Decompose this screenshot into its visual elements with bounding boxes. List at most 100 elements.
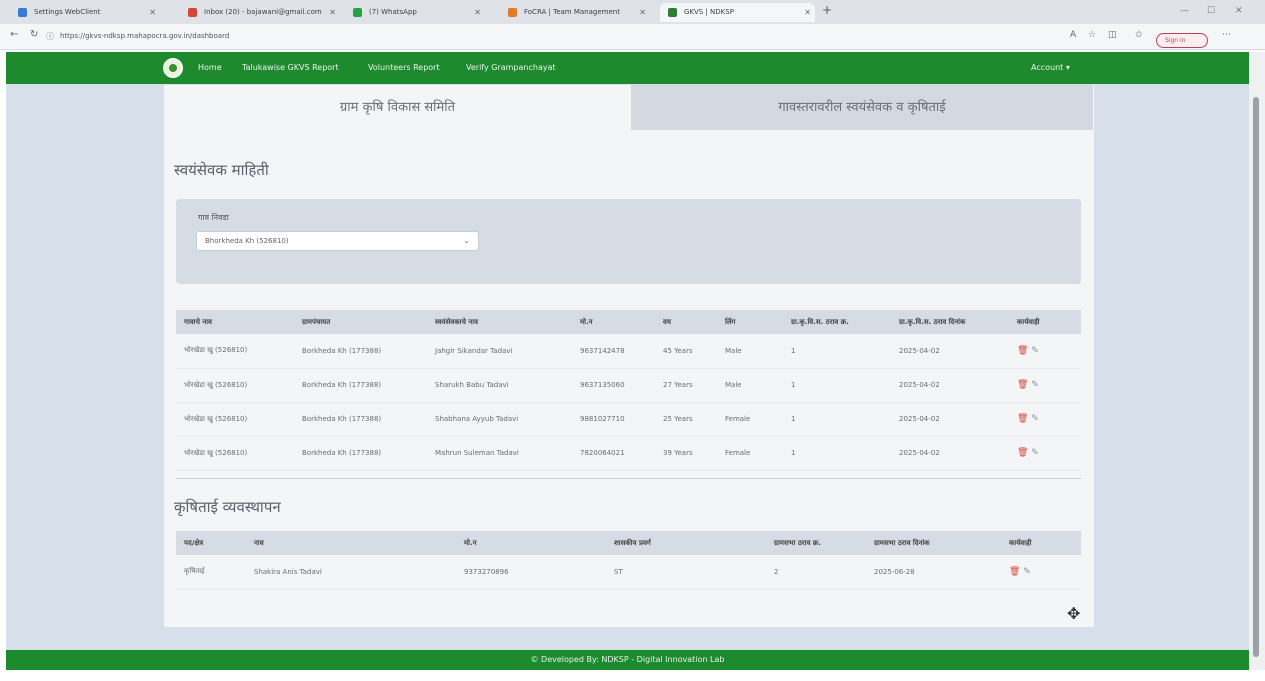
col-resolution-date: ग्रा.कृ.वि.स. ठराव दिनांक (891, 310, 1009, 334)
nav-home[interactable]: Home (198, 61, 222, 75)
cell-village: भोरखेडा खु (526810) (176, 402, 294, 437)
cell-grampanchayat: Borkheda Kh (177388) (294, 334, 427, 369)
account-menu[interactable]: Account ▾ (1031, 61, 1070, 75)
cell-resolution-date: 2025-04-02 (891, 436, 1009, 471)
tab-favicon-icon (353, 8, 362, 17)
cell-actions: 🗑 ✎ (1001, 555, 1081, 590)
browser-tab-strip: Settings WebClient ✕ Inbox (20) - bajawa… (0, 0, 1265, 24)
cell-resolution-no: 1 (783, 334, 891, 369)
cell-mobile: 9373270896 (456, 555, 606, 590)
edit-icon[interactable]: ✎ (1023, 567, 1031, 577)
edit-icon[interactable]: ✎ (1031, 414, 1039, 424)
cell-actions: 🗑 ✎ (1009, 436, 1081, 471)
browser-tab-active[interactable]: GKVS | NDKSP ✕ (660, 3, 815, 22)
tab-favicon-icon (508, 8, 517, 17)
cell-age: 25 Years (655, 402, 717, 437)
cell-gender: Female (717, 436, 783, 471)
nav-verify-grampanchayat[interactable]: Verify Grampanchayat (466, 61, 556, 75)
minimize-icon[interactable]: — (1180, 6, 1189, 16)
tab-gram-krushi-vikas-samiti[interactable]: ग्राम कृषि विकास समिति (164, 85, 631, 130)
maximize-icon[interactable]: ☐ (1207, 6, 1215, 16)
cell-actions: 🗑 ✎ (1009, 402, 1081, 437)
nav-talukawise-report[interactable]: Talukawise GKVS Report (242, 61, 339, 75)
browser-tab[interactable]: FoCRA | Team Management ✕ (500, 3, 650, 22)
url-field[interactable]: https://gkvs-ndksp.mahapocra.gov.in/dash… (60, 29, 229, 43)
col-actions: कार्यवाही (1009, 310, 1081, 334)
col-category: शासकीय प्रवर्ग (606, 531, 766, 555)
tab-close-icon[interactable]: ✕ (149, 3, 156, 22)
cell-grampanchayat: Borkheda Kh (177388) (294, 436, 427, 471)
read-aloud-icon[interactable]: A (1070, 30, 1076, 40)
edit-icon[interactable]: ✎ (1031, 380, 1039, 390)
tab-label: FoCRA | Team Management (524, 8, 620, 16)
tab-close-icon[interactable]: ✕ (804, 3, 811, 22)
cell-gender: Male (717, 368, 783, 403)
tab-label: Inbox (20) - bajawani@gmail.com (204, 8, 322, 16)
tab-favicon-icon (188, 8, 197, 17)
menu-dots-icon[interactable]: ⋯ (1222, 30, 1231, 40)
cell-resolution-no: 1 (783, 436, 891, 471)
tab-close-icon[interactable]: ✕ (329, 3, 336, 22)
table-row: भोरखेडा खु (526810) Borkheda Kh (177388)… (176, 436, 1081, 471)
cell-resolution-no: 2 (766, 555, 866, 590)
cell-resolution-no: 1 (783, 368, 891, 403)
tab-label: (7) WhatsApp (369, 8, 417, 16)
page-scrollbar[interactable] (1249, 52, 1265, 670)
delete-icon[interactable]: 🗑 (1017, 346, 1029, 356)
col-name: नाव (246, 531, 456, 555)
col-gramsabha-resolution-date: ग्रामसभा ठराव दिनांक (866, 531, 1001, 555)
sign-in-button[interactable]: Sign in (1156, 33, 1208, 48)
tab-label: GKVS | NDKSP (684, 8, 734, 16)
cell-age: 45 Years (655, 334, 717, 369)
page-viewport: Home Talukawise GKVS Report Volunteers R… (6, 52, 1249, 670)
new-tab-button[interactable]: + (822, 3, 832, 17)
cell-village: भोरखेडा खु (526810) (176, 436, 294, 471)
delete-icon[interactable]: 🗑 (1017, 380, 1029, 390)
edit-icon[interactable]: ✎ (1031, 448, 1039, 458)
village-select[interactable]: Bhorkheda Kh (526810) ⌄ (196, 231, 479, 251)
tab-close-icon[interactable]: ✕ (639, 3, 646, 22)
address-bar: ← ↻ ⓘ https://gkvs-ndksp.mahapocra.gov.i… (0, 24, 1265, 50)
cell-village: भोरखेडा खु (526810) (176, 334, 294, 369)
split-screen-icon[interactable]: ◫ (1108, 30, 1117, 40)
col-village-name: गावाचे नाव (176, 310, 294, 334)
edit-icon[interactable]: ✎ (1031, 346, 1039, 356)
delete-icon[interactable]: 🗑 (1017, 414, 1029, 424)
scrollbar-thumb[interactable] (1253, 97, 1259, 657)
tab-favicon-icon (18, 8, 27, 17)
cell-volunteer-name: Shabhana Ayyub Tadavi (427, 402, 572, 437)
back-icon[interactable]: ← (10, 29, 18, 40)
volunteer-section-title: स्वयंसेवक माहिती (174, 161, 269, 179)
cell-mobile: 9637135060 (572, 368, 655, 403)
reload-icon[interactable]: ↻ (30, 29, 38, 40)
app-logo[interactable] (163, 58, 183, 78)
col-post: पद/क्षेत्र (176, 531, 246, 555)
village-filter-panel: गाव निवडा Bhorkheda Kh (526810) ⌄ (176, 199, 1081, 284)
browser-tab[interactable]: Settings WebClient ✕ (10, 3, 160, 22)
tab-favicon-icon (668, 8, 677, 17)
nav-volunteers-report[interactable]: Volunteers Report (368, 61, 440, 75)
tab-volunteers-krushitai[interactable]: गावस्तरावरील स्वयंसेवक व कृषिताई (631, 85, 1093, 130)
chevron-down-icon: ⌄ (463, 236, 470, 245)
delete-icon[interactable]: 🗑 (1017, 448, 1029, 458)
cell-resolution-date: 2025-06-28 (866, 555, 1001, 590)
favorite-star-icon[interactable]: ☆ (1088, 30, 1096, 40)
table-row: भोरखेडा खु (526810) Borkheda Kh (177388)… (176, 334, 1081, 369)
favorites-icon[interactable]: ✩ (1135, 30, 1143, 40)
cell-volunteer-name: Jahgir Sikandar Tadavi (427, 334, 572, 369)
cell-post: कृषिताई (176, 555, 246, 590)
browser-tab[interactable]: (7) WhatsApp ✕ (345, 3, 485, 22)
cell-actions: 🗑 ✎ (1009, 368, 1081, 403)
tab-close-icon[interactable]: ✕ (474, 3, 481, 22)
close-window-icon[interactable]: ✕ (1235, 6, 1243, 16)
cell-volunteer-name: Sharukh Babu Tadavi (427, 368, 572, 403)
browser-tab[interactable]: Inbox (20) - bajawani@gmail.com ✕ (180, 3, 340, 22)
site-info-icon[interactable]: ⓘ (46, 31, 54, 42)
cell-grampanchayat: Borkheda Kh (177388) (294, 402, 427, 437)
delete-icon[interactable]: 🗑 (1009, 567, 1021, 577)
cell-gender: Male (717, 334, 783, 369)
cell-volunteer-name: Mahrun Suleman Tadavi (427, 436, 572, 471)
cell-mobile: 7820064021 (572, 436, 655, 471)
main-card: ग्राम कृषि विकास समिति गावस्तरावरील स्वय… (164, 85, 1094, 627)
cell-age: 27 Years (655, 368, 717, 403)
